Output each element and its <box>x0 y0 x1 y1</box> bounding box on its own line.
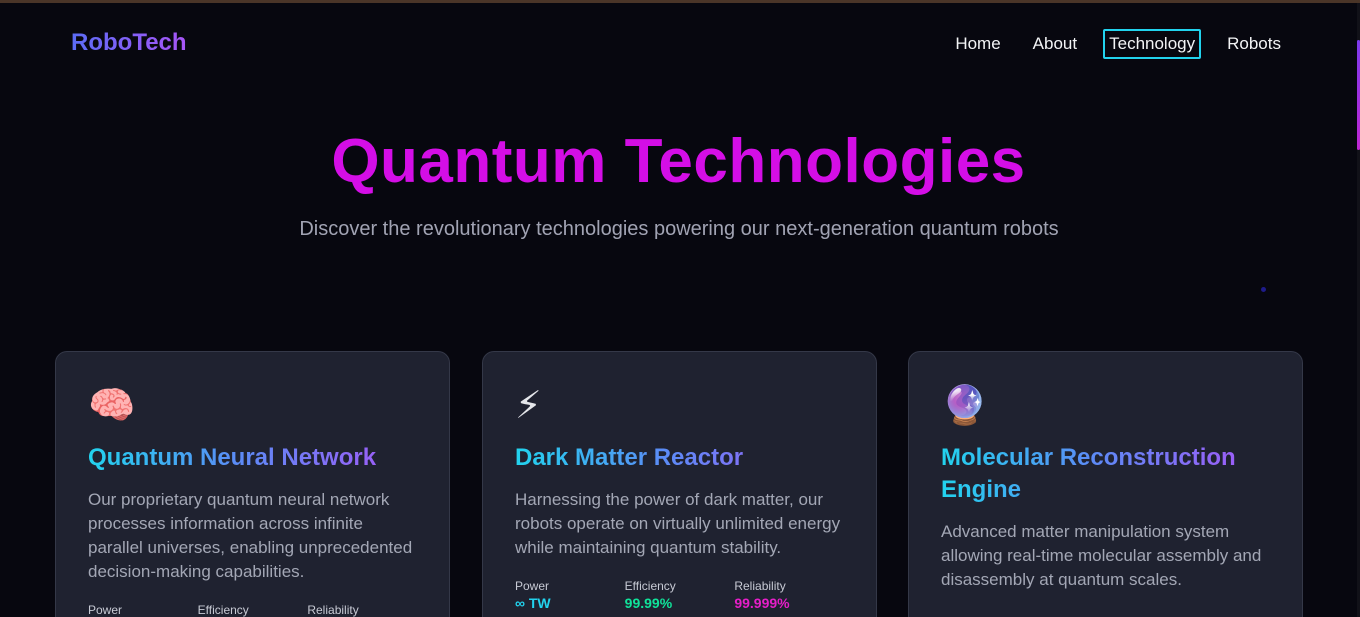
card-description: Harnessing the power of dark matter, our… <box>515 490 841 557</box>
stat-label: Power <box>88 603 123 617</box>
stat-value: 99.999% <box>734 595 790 611</box>
nav-link-technology[interactable]: Technology <box>1103 29 1202 59</box>
stat-power: Power ∞ TW <box>515 578 625 612</box>
card-title: Molecular Reconstruction Engine <box>941 442 1270 506</box>
stat-efficiency: Efficiency 99.99% <box>625 578 735 612</box>
tech-card-molecular-engine: 🔮 Molecular Reconstruction Engine Advanc… <box>908 351 1303 617</box>
stat-power: Power <box>88 602 198 617</box>
lightning-icon: ⚡ <box>515 385 542 427</box>
tech-card-dark-matter-reactor: ⚡ Dark Matter Reactor Harnessing the pow… <box>482 351 877 617</box>
crystal-ball-icon: 🔮 <box>941 385 989 427</box>
stat-value: 99.99% <box>624 595 673 611</box>
page-title: Quantum Technologies <box>331 127 1026 196</box>
navbar: RoboTech Home About Technology Robots <box>0 3 1357 83</box>
stat-label: Reliability <box>307 603 359 617</box>
stat-efficiency: Efficiency <box>198 602 308 617</box>
stat-value: ∞ TW <box>515 595 551 611</box>
card-title: Quantum Neural Network <box>88 442 417 474</box>
brain-icon: 🧠 <box>88 385 136 427</box>
card-stats: Power Efficiency Reliability <box>88 602 417 617</box>
card-title: Dark Matter Reactor <box>515 442 844 474</box>
logo[interactable]: RoboTech <box>71 29 187 57</box>
stat-label: Efficiency <box>197 603 249 617</box>
stat-label: Efficiency <box>624 579 676 593</box>
stat-label: Power <box>515 579 550 593</box>
nav-link-about[interactable]: About <box>1027 29 1083 59</box>
card-stats: Power ∞ TW Efficiency 99.99% Reliability… <box>515 578 844 612</box>
stat-reliability: Reliability 99.999% <box>734 578 844 612</box>
decorative-dot <box>1261 287 1266 292</box>
card-description: Our proprietary quantum neural network p… <box>88 490 413 581</box>
nav-link-home[interactable]: Home <box>949 29 1006 59</box>
page-subtitle: Discover the revolutionary technologies … <box>299 218 1059 240</box>
tech-card-neural-network: 🧠 Quantum Neural Network Our proprietary… <box>55 351 450 617</box>
stat-label: Reliability <box>734 579 786 593</box>
stat-reliability: Reliability <box>307 602 417 617</box>
nav-links: Home About Technology Robots <box>937 29 1287 59</box>
card-description: Advanced matter manipulation system allo… <box>941 522 1262 589</box>
nav-link-robots[interactable]: Robots <box>1221 29 1287 59</box>
